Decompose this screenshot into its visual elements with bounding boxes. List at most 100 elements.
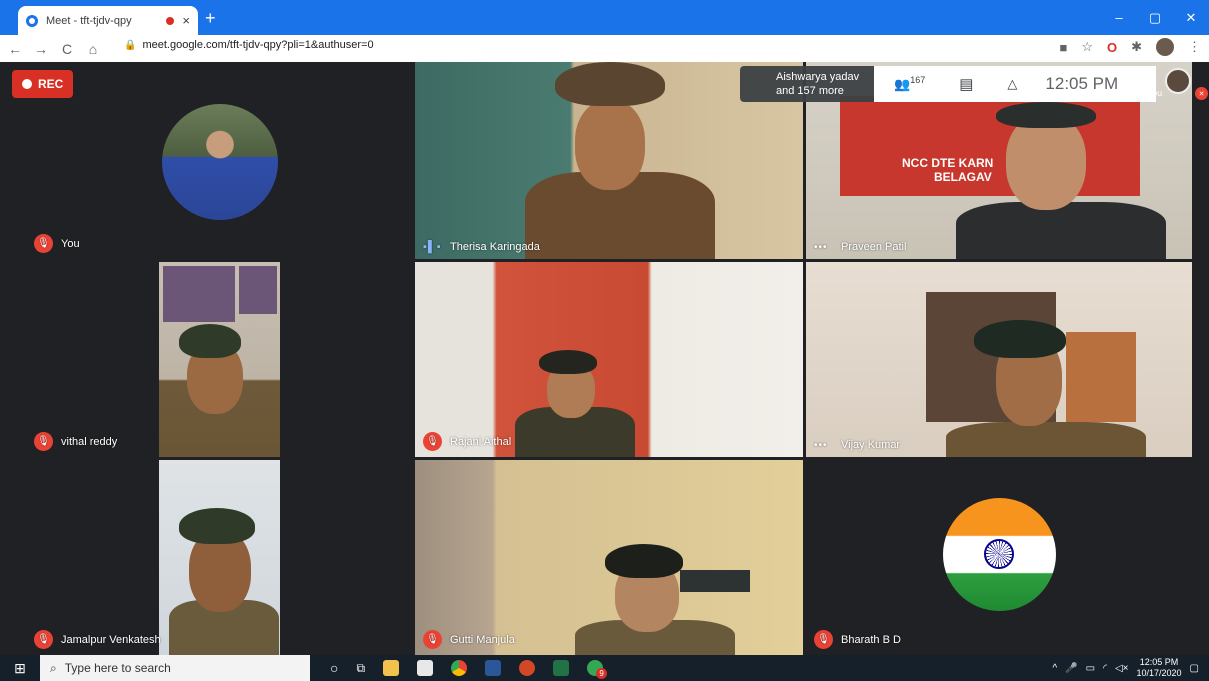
participant-name: Praveen Patil	[841, 241, 907, 253]
participant-name: Rajani Aithal	[450, 435, 512, 448]
store-icon[interactable]	[417, 660, 434, 676]
participant-name: Gutti Manjula	[450, 633, 515, 646]
extensions-puzzle-icon[interactable]: ✱	[1131, 39, 1142, 55]
browser-menu-icon[interactable]: ⋮	[1188, 39, 1201, 55]
battery-icon[interactable]: ▭	[1086, 663, 1095, 674]
minimize-button[interactable]: –	[1101, 0, 1137, 35]
join-notification: Aishwarya yadav and 157 more	[740, 66, 874, 102]
lock-icon: 🔒	[124, 40, 137, 51]
speaking-indicator-icon: ▪▌▪	[423, 241, 442, 253]
meet-favicon-icon	[26, 14, 38, 27]
people-icon: 👥	[894, 76, 911, 92]
bookmark-star-icon[interactable]: ☆	[1081, 39, 1093, 55]
new-tab-button[interactable]: +	[205, 9, 216, 27]
participant-name-tag: ••• Praveen Patil	[814, 241, 906, 253]
activities-button[interactable]: △	[1007, 76, 1017, 92]
tray-expand-icon[interactable]: ^	[1052, 663, 1057, 674]
windows-start-icon[interactable]: ⊞	[0, 660, 40, 677]
participant-avatar	[162, 104, 278, 220]
reload-button[interactable]: C	[56, 41, 78, 57]
participant-name: Bharath B D	[841, 633, 901, 646]
participant-name: Therisa Karingada	[450, 241, 540, 253]
taskbar-apps: ○ ⧉ 9	[330, 660, 608, 679]
browser-toolbar: ← → C ⌂ 🔒 meet.google.com/tft-tjdv-qpy?pl…	[0, 35, 1209, 62]
search-placeholder: Type here to search	[64, 661, 171, 675]
forward-button[interactable]: →	[30, 41, 52, 57]
india-flag-avatar	[943, 498, 1056, 611]
notification-line2: and 157 more	[776, 85, 844, 97]
word-icon[interactable]	[485, 660, 502, 676]
participant-name-tag: 🎙 Gutti Manjula	[423, 630, 515, 649]
chrome-icon[interactable]	[451, 660, 468, 676]
participant-name-tag: 🎙 Bharath B D	[814, 630, 901, 649]
browser-tab-meet[interactable]: Meet - tft-tjdv-qpy ×	[18, 6, 198, 35]
participant-name: You	[61, 237, 80, 250]
participant-tile-vithal[interactable]: 🎙 vithal reddy	[26, 262, 412, 457]
meet-top-bar: 👥167 ▤ △ 12:05 PM	[874, 66, 1156, 102]
powerpoint-icon[interactable]	[519, 660, 536, 676]
clock-time: 12:05 PM	[1139, 657, 1179, 667]
tab-close-button[interactable]: ×	[182, 13, 190, 28]
url-text: meet.google.com/tft-tjdv-qpy?pli=1&authu…	[142, 39, 374, 51]
self-mic-off-icon: ✕	[1195, 87, 1208, 100]
mic-off-icon: 🎙	[423, 432, 442, 451]
opera-extension-icon[interactable]: O	[1107, 40, 1117, 55]
recording-button[interactable]: REC	[12, 70, 74, 98]
self-view-label: You	[1147, 88, 1163, 98]
participant-name-tag: 🎙 Rajani Aithal	[423, 432, 511, 451]
maximize-button[interactable]: ▢	[1137, 0, 1173, 35]
file-explorer-icon[interactable]	[383, 660, 400, 676]
participant-tile-vijay[interactable]: ••• Vijay Kumar	[806, 262, 1192, 457]
mic-off-icon: 🎙	[814, 630, 833, 649]
participant-name-tag: ▪▌▪ Therisa Karingada	[423, 241, 540, 253]
home-button[interactable]: ⌂	[82, 41, 104, 57]
address-bar[interactable]: 🔒 meet.google.com/tft-tjdv-qpy?pli=1&auth…	[124, 39, 374, 51]
participant-name-tag: 🎙 vithal reddy	[34, 432, 117, 451]
mic-tray-icon[interactable]: 🎤	[1065, 663, 1077, 674]
notification-center-icon[interactable]: ▢	[1190, 663, 1199, 674]
participant-tile-bharath[interactable]: 🎙 Bharath B D	[806, 460, 1192, 655]
self-view-avatar[interactable]	[1165, 68, 1191, 94]
clock-date: 10/17/2020	[1136, 668, 1182, 678]
participant-video	[159, 460, 280, 655]
participant-tile-you[interactable]: 🎙 You	[26, 62, 412, 259]
participants-button[interactable]: 👥167	[894, 75, 925, 92]
mic-off-icon: 🎙	[34, 234, 53, 253]
more-dots-icon: •••	[814, 241, 828, 253]
wifi-icon[interactable]: ◜	[1103, 663, 1107, 674]
participant-name: Jamalpur Venkatesh	[61, 633, 161, 646]
mic-off-icon: 🎙	[423, 630, 442, 649]
chat-button[interactable]: ▤	[959, 75, 973, 93]
volume-icon[interactable]: ◁×	[1115, 663, 1129, 674]
system-tray: ^ 🎤 ▭ ◜ ◁× 12:05 PM 10/17/2020 ▢	[1052, 655, 1199, 681]
recording-label: REC	[38, 77, 64, 91]
participant-name: vithal reddy	[61, 435, 118, 448]
chrome-profile-icon[interactable]: 9	[587, 660, 608, 679]
participant-tile-rajani[interactable]: 🎙 Rajani Aithal	[415, 262, 803, 457]
search-icon: ⌕	[50, 660, 57, 675]
participant-name: Vijay Kumar	[841, 439, 901, 451]
participant-count: 167	[910, 75, 926, 86]
taskbar-clock[interactable]: 12:05 PM 10/17/2020	[1137, 657, 1182, 679]
profile-avatar[interactable]	[1156, 38, 1174, 56]
task-view-icon[interactable]: ⧉	[356, 661, 365, 676]
taskbar-search[interactable]: ⌕ Type here to search	[40, 655, 310, 681]
participant-name-tag: ••• Vijay Kumar	[814, 439, 900, 451]
back-button[interactable]: ←	[4, 41, 26, 57]
meet-stage: 🎙 You ▪▌▪ Therisa Karingada NCC DTE KARN…	[0, 62, 1209, 655]
participant-tile-jamalpur[interactable]: 🎙 Jamalpur Venkatesh	[26, 460, 412, 655]
meet-clock: 12:05 PM	[1045, 74, 1119, 93]
toolbar-extensions: ■ ☆ O ✱ ⋮	[1059, 38, 1201, 56]
camera-indicator-icon[interactable]: ■	[1059, 40, 1067, 55]
more-dots-icon: •••	[814, 439, 828, 451]
ncc-banner: NCC DTE KARN BELAGAV	[840, 96, 1140, 196]
notification-line1: Aishwarya yadav	[776, 71, 860, 83]
participant-video	[159, 262, 280, 457]
cortana-icon[interactable]: ○	[330, 660, 338, 676]
excel-icon[interactable]	[553, 660, 570, 676]
participant-tile-gutti[interactable]: 🎙 Gutti Manjula	[415, 460, 803, 655]
chrome-badge: 9	[596, 668, 608, 679]
participant-name-tag: 🎙 Jamalpur Venkatesh	[34, 630, 161, 649]
close-window-button[interactable]: ✕	[1173, 0, 1209, 35]
mic-off-icon: 🎙	[34, 432, 53, 451]
